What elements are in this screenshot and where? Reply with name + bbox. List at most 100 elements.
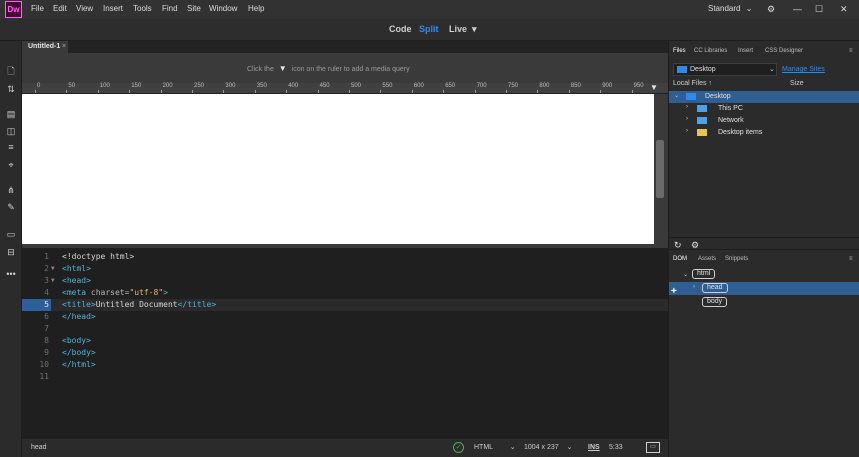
linting-check-icon[interactable]: ✓ <box>453 442 464 453</box>
open-documents-icon[interactable]: 🗋 <box>5 65 17 77</box>
realtime-preview-icon[interactable]: ▭ <box>646 442 660 453</box>
code-token: <head> <box>62 276 91 285</box>
ruler-tick-label: 850 <box>570 83 581 89</box>
close-icon[interactable]: ✕ <box>840 4 848 15</box>
inspect-icon[interactable]: ◫ <box>5 125 17 137</box>
menu-find[interactable]: Find <box>162 4 178 13</box>
code-line[interactable]: 4 <meta charset="utf-8"> <box>22 287 668 299</box>
tag-selector[interactable]: head <box>31 444 47 451</box>
tab-assets[interactable]: Assets <box>698 256 716 262</box>
ruler-tick <box>35 90 36 93</box>
menu-window[interactable]: Window <box>209 4 237 13</box>
code-editor[interactable]: 1 <!doctype html> 2 ▼ <html> 3 ▼ <head> 4 <meta c… <box>22 248 668 438</box>
menu-bar: Dw File Edit View Insert Tools Find Site… <box>0 0 859 19</box>
window-size-select[interactable]: 1004 x 237 ⌄ <box>524 443 572 451</box>
code-token: <title> <box>62 300 96 309</box>
chevron-right-icon[interactable]: › <box>686 116 688 122</box>
line-number: 2 <box>44 264 49 273</box>
workspace-switcher[interactable]: Standard ⌄ <box>708 4 752 13</box>
tab-files[interactable]: Files <box>673 48 686 54</box>
ruler-tick <box>317 90 319 93</box>
design-scrollbar-thumb[interactable] <box>656 140 664 198</box>
maximize-icon[interactable]: ☐ <box>815 4 823 15</box>
size-column[interactable]: Size <box>790 80 804 87</box>
media-query-bar[interactable]: Click the ▼ icon on the ruler to add a m… <box>22 53 668 83</box>
chevron-down-icon[interactable]: ⌄ <box>674 92 679 99</box>
more-tools-icon[interactable]: ••• <box>5 268 17 280</box>
live-code-icon[interactable]: ▤ <box>5 108 17 120</box>
dom-node-html[interactable]: html <box>692 269 716 279</box>
wrap-tag-icon[interactable]: ⋔ <box>5 184 17 196</box>
menu-help[interactable]: Help <box>248 4 264 13</box>
code-line[interactable]: 5 <title>Untitled Document</title> <box>22 299 668 311</box>
ruler-tick <box>474 90 476 93</box>
insert-mode-toggle[interactable]: INS <box>588 444 600 451</box>
sync-settings-icon[interactable]: ⚙ <box>767 4 775 15</box>
target-icon[interactable]: ⌖ <box>5 159 17 171</box>
code-token: <body> <box>62 336 91 345</box>
fold-arrow-icon[interactable]: ▼ <box>51 275 55 287</box>
tab-cc-libraries[interactable]: CC Libraries <box>694 48 727 54</box>
panel-menu-icon[interactable]: ≡ <box>849 48 853 54</box>
code-line[interactable]: 6 </head> <box>22 311 668 323</box>
fold-arrow-icon[interactable]: ▼ <box>51 263 55 275</box>
file-row-this-pc[interactable]: › This PC <box>669 103 859 115</box>
chevron-right-icon[interactable]: › <box>693 284 695 290</box>
tab-css-designer[interactable]: CSS Designer <box>765 48 803 54</box>
code-line[interactable]: 11 <box>22 371 668 383</box>
code-line[interactable]: 2 ▼ <html> <box>22 263 668 275</box>
workspace-label: Standard <box>708 4 741 13</box>
ruler-tick <box>97 90 99 93</box>
code-line[interactable]: 9 </body> <box>22 347 668 359</box>
ruler-tick-label: 0 <box>37 83 41 89</box>
live-view-button[interactable]: Live <box>449 24 467 34</box>
code-line[interactable]: 8 <body> <box>22 335 668 347</box>
file-row-network[interactable]: › Network <box>669 115 859 127</box>
chevron-down-icon[interactable]: ▾ <box>472 24 477 35</box>
file-management-icon[interactable]: ⇅ <box>5 83 17 95</box>
add-element-icon[interactable]: + <box>671 286 677 297</box>
tab-snippets[interactable]: Snippets <box>725 256 748 262</box>
file-row-desktop[interactable]: ⌄ Desktop <box>669 91 859 103</box>
menu-file[interactable]: File <box>31 4 44 13</box>
live-design-view[interactable] <box>22 94 654 244</box>
brush-icon[interactable]: ✎ <box>5 201 17 213</box>
chevron-right-icon[interactable]: › <box>686 104 688 110</box>
dom-row-selected[interactable] <box>669 282 859 295</box>
manage-sites-link[interactable]: Manage Sites <box>782 66 825 73</box>
dom-node-head[interactable]: head <box>702 283 728 293</box>
code-line[interactable]: 10 </html> <box>22 359 668 371</box>
dom-node-body[interactable]: body <box>702 297 728 307</box>
code-token: </html> <box>62 360 96 369</box>
chevron-right-icon[interactable]: › <box>686 128 688 134</box>
code-view-button[interactable]: Code <box>389 24 412 34</box>
code-line[interactable]: 3 ▼ <head> <box>22 275 668 287</box>
tab-insert[interactable]: Insert <box>738 48 753 54</box>
local-files-column[interactable]: Local Files ↑ <box>673 80 712 87</box>
comment-icon[interactable]: ▭ <box>5 228 17 240</box>
code-line[interactable]: 1 <!doctype html> <box>22 251 668 263</box>
file-row-desktop-items[interactable]: › Desktop items <box>669 127 859 139</box>
ruler-tick <box>537 90 539 93</box>
site-select[interactable]: Desktop ⌄ <box>673 63 777 76</box>
ruler[interactable]: 0 50 100 150 200 250 300 350 400 450 500 550 600 650 7… <box>22 83 668 94</box>
document-type-select[interactable]: HTML ⌄ <box>474 443 516 451</box>
menu-site[interactable]: Site <box>187 4 201 13</box>
menu-tools[interactable]: Tools <box>133 4 152 13</box>
media-query-marker-icon[interactable]: ▼ <box>650 83 658 93</box>
minimize-icon[interactable]: — <box>793 4 802 14</box>
format-source-icon[interactable]: ≡ <box>5 141 17 153</box>
chevron-down-icon[interactable]: ⌄ <box>683 271 688 278</box>
panel-menu-icon[interactable]: ≡ <box>849 256 853 262</box>
window-size-label: 1004 x 237 <box>524 444 559 451</box>
tab-dom[interactable]: DOM <box>673 256 687 262</box>
indent-icon[interactable]: ⊟ <box>5 246 17 258</box>
split-view-button[interactable]: Split <box>419 24 439 34</box>
code-line[interactable]: 7 <box>22 323 668 335</box>
close-tab-icon[interactable]: × <box>62 41 66 53</box>
menu-edit[interactable]: Edit <box>53 4 67 13</box>
menu-insert[interactable]: Insert <box>103 4 123 13</box>
code-text: <body> <box>62 335 91 347</box>
ruler-tick <box>443 90 445 93</box>
menu-view[interactable]: View <box>76 4 93 13</box>
